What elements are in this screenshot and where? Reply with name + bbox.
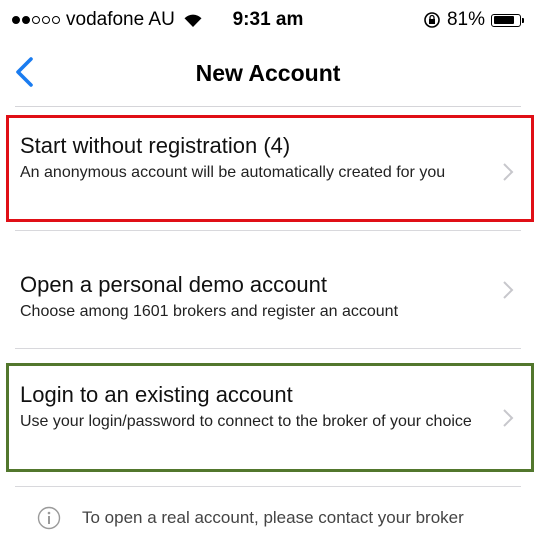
chevron-right-icon [503,281,514,299]
option-description: Choose among 1601 brokers and register a… [20,303,399,320]
battery-icon [491,13,524,27]
open-demo-account-option[interactable]: Open a personal demo account Choose amon… [0,231,536,348]
option-title: Open a personal demo account [20,272,327,297]
battery-percent: 81% [446,9,485,30]
row-divider [15,486,521,487]
status-right: 81% [423,9,524,31]
highlight-frame-red [6,115,534,222]
info-text: To open a real account, please contact y… [82,508,464,527]
status-bar: vodafone AU 9:31 am 81% [0,0,536,40]
highlight-frame-green [6,363,534,472]
rotation-lock-icon [424,12,440,28]
info-message: To open a real account, please contact y… [0,500,536,540]
page-title: New Account [195,60,341,86]
info-icon [37,506,61,530]
navigation-bar: New Account [0,40,536,106]
